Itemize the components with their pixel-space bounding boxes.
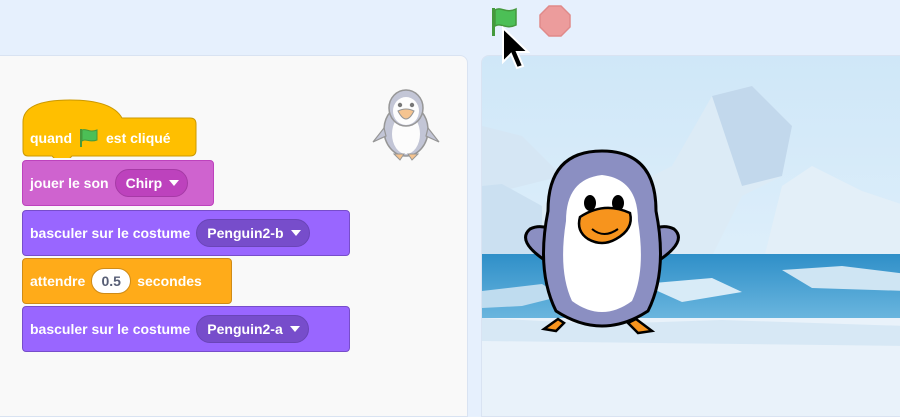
chevron-down-icon	[290, 230, 301, 236]
code-area[interactable]: quand est cliqué jouer le son Chirp basc…	[0, 55, 468, 417]
hat-prefix-label: quand	[30, 130, 72, 146]
stage-controls-bar	[0, 0, 900, 52]
wait-seconds-input[interactable]: 0.5	[91, 268, 132, 294]
stage-canvas	[482, 56, 900, 416]
sound-dropdown[interactable]: Chirp	[114, 169, 189, 197]
switch-costume-label: basculer sur le costume	[30, 321, 191, 337]
chevron-down-icon	[289, 326, 300, 332]
wait-prefix-label: attendre	[30, 273, 86, 289]
stop-button[interactable]	[538, 4, 572, 38]
play-sound-block[interactable]: jouer le son Chirp	[22, 160, 214, 206]
costume-dropdown-value: Penguin2-b	[207, 225, 284, 241]
switch-costume-label: basculer sur le costume	[30, 225, 191, 241]
penguin-sprite-icon	[372, 89, 440, 161]
chevron-down-icon	[169, 180, 180, 186]
play-sound-label: jouer le son	[30, 175, 109, 191]
stage[interactable]	[481, 55, 900, 417]
sound-dropdown-value: Chirp	[125, 175, 163, 191]
costume-dropdown-value: Penguin2-a	[207, 321, 283, 337]
wait-suffix-label: secondes	[137, 273, 202, 289]
costume-dropdown[interactable]: Penguin2-a	[196, 315, 309, 343]
switch-costume-block[interactable]: basculer sur le costume Penguin2-b	[22, 210, 350, 256]
costume-dropdown[interactable]: Penguin2-b	[196, 219, 310, 247]
switch-costume-block[interactable]: basculer sur le costume Penguin2-a	[22, 306, 350, 352]
green-flag-icon	[80, 129, 98, 147]
sprite-penguin-thumbnail[interactable]	[370, 84, 442, 164]
event-hat-block[interactable]: quand est cliqué	[22, 98, 197, 158]
hat-suffix-label: est cliqué	[106, 130, 171, 146]
wait-block[interactable]: attendre 0.5 secondes	[22, 258, 232, 304]
mouse-pointer-icon	[502, 26, 530, 70]
stop-sign-icon	[539, 5, 571, 37]
